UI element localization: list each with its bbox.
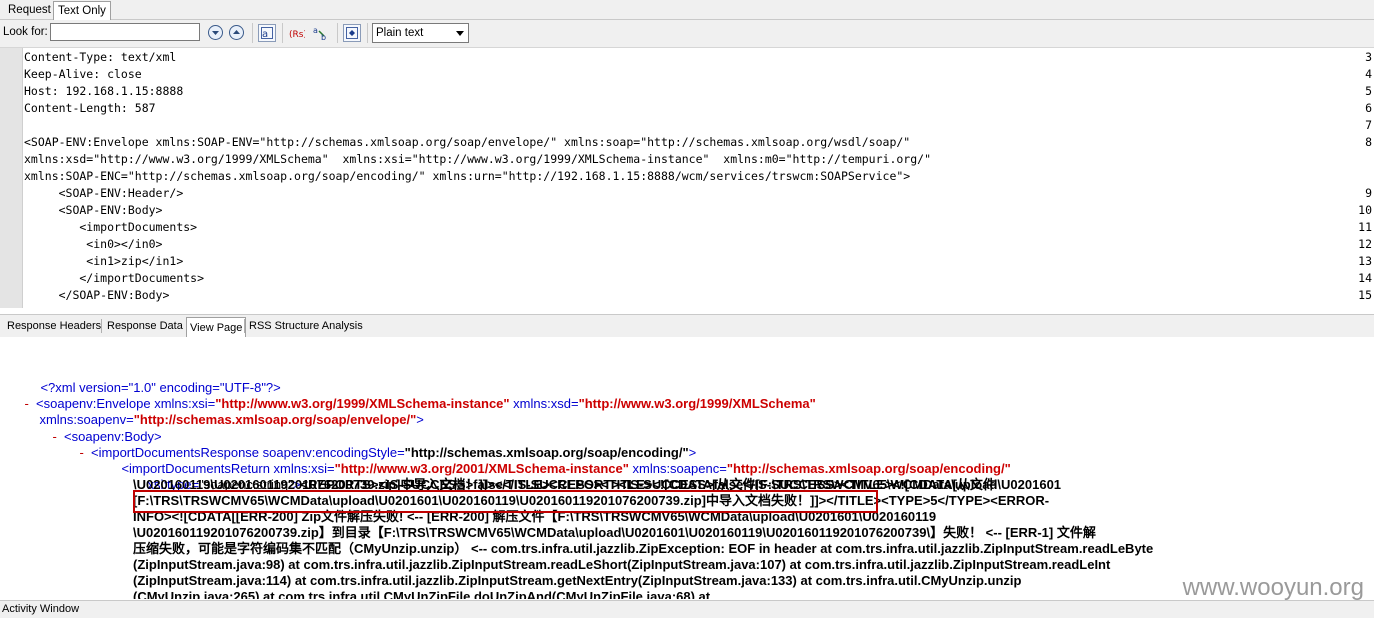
code-line: xmlns:xsd="http://www.w3.org/1999/XMLSch… [24,152,931,166]
top-tab-bar: Request Text Only [0,0,1374,20]
watermark: www.wooyun.org [1182,574,1364,601]
tab-response-headers[interactable]: Response Headers [4,320,104,332]
code-line: <in0></in0> [24,237,163,251]
toolbar-divider [282,23,283,43]
tab-text-only[interactable]: Text Only [53,1,111,20]
envelope-xsd-value: "http://www.w3.org/1999/XMLSchema" [578,396,816,411]
toolbar-divider [367,23,368,43]
code-line: Content-Length: 587 [24,101,156,115]
chevron-down-icon [456,31,464,36]
code-line: <SOAP-ENV:Envelope xmlns:SOAP-ENV="http:… [24,135,911,149]
activity-window-label[interactable]: Activity Window [2,603,79,615]
code-line: </SOAP-ENV:Body> [24,288,170,302]
line-number: 8 [1365,135,1372,149]
line-number: 11 [1358,220,1372,234]
match-case-button[interactable]: a [258,24,276,42]
line-number: 3 [1365,50,1372,64]
line-number: 5 [1365,84,1372,98]
line-number: 9 [1365,186,1372,200]
tab-divider [101,319,102,333]
search-down-button[interactable] [208,25,223,40]
line-number: 12 [1358,237,1372,251]
path-highlight-box [133,490,878,513]
line-number: 4 [1365,67,1372,81]
status-bar: Activity Window [0,600,1374,618]
search-input[interactable] [50,23,200,41]
tab-rss-structure-analysis[interactable]: RSS Structure Analysis [246,320,366,332]
envelope-soapenv-value: "http://schemas.xmlsoap.org/soap/envelop… [133,412,417,427]
code-line: Keep-Alive: close [24,67,142,81]
regex-button[interactable]: (Rs) [288,24,306,42]
wrap-button[interactable] [343,24,361,42]
code-line: <importDocuments> [24,220,198,234]
xml-response-view[interactable]: <?xml version="1.0" encoding="UTF-8"?> -… [0,337,1374,599]
return-content-line-6: 压缩失败，可能是字符编码集不匹配（CMyUnzip.unzip） <-- com… [133,541,1154,556]
tab-request[interactable]: Request [4,2,55,18]
tab-view-page[interactable]: View Page [186,317,247,338]
match-case-icon: a [261,27,273,39]
svg-text:(Rs): (Rs) [289,30,305,40]
envelope-close-bracket: > [416,412,424,427]
code-line: Host: 192.168.1.15:8888 [24,84,184,98]
svg-text:b: b [321,33,326,41]
request-editor[interactable]: 3 Content-Type: text/xml 4 Keep-Alive: clos… [0,48,1374,308]
arrow-down-icon [212,31,219,35]
return-content-line-9: (CMyUnzip.java:265) at com.trs.infra.uti… [133,589,711,599]
search-options-icon: ab [313,26,326,41]
line-number: 14 [1358,271,1372,285]
regex-icon: (Rs) [289,30,305,40]
return-content-line-8: (ZipInputStream.java:114) at com.trs.inf… [133,573,1022,588]
tab-divider [244,319,245,333]
line-number-gutter [0,48,23,308]
svg-text:a: a [262,29,268,39]
line-number: 6 [1365,101,1372,115]
search-up-button[interactable] [229,25,244,40]
format-select-value: Plain text [376,27,424,39]
line-number: 15 [1358,288,1372,302]
look-for-label: Look for: [3,26,48,38]
svg-text:a: a [313,26,318,35]
search-options-button[interactable]: ab [312,24,330,42]
line-number: 10 [1358,203,1372,217]
code-line: <in1>zip</in1> [24,254,184,268]
line-number: 7 [1365,118,1372,132]
tab-response-data[interactable]: Response Data [104,320,186,332]
format-select[interactable]: Plain text [372,23,469,43]
code-line: Content-Type: text/xml [24,50,177,64]
response-tab-bar: Response Headers Response Data View Page… [0,314,1374,338]
toolbar-divider [252,23,253,43]
code-line: <SOAP-ENV:Header/> [24,186,184,200]
wrap-icon [346,27,358,39]
return-content-line-7: (ZipInputStream.java:98) at com.trs.infr… [133,557,1111,572]
line-number: 13 [1358,254,1372,268]
code-line: <SOAP-ENV:Body> [24,203,163,217]
code-line: </importDocuments> [24,271,205,285]
envelope-xsd-attr: xmlns:xsd= [509,396,579,411]
return-content-line-5: \U020160119201076200739.zip】到目录【F:\TRS\T… [133,525,1096,540]
toolbar-divider [337,23,338,43]
arrow-up-icon [233,30,240,34]
search-toolbar: Look for: a (Rs) ab Plain text [0,20,1374,48]
code-line: xmlns:SOAP-ENC="http://schemas.xmlsoap.o… [24,169,911,183]
